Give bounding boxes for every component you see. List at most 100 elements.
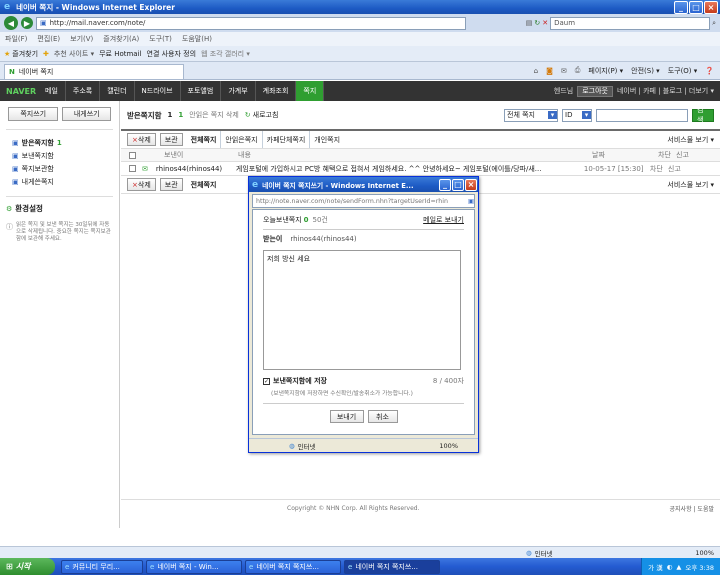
help-icon[interactable]: ❓ — [705, 67, 714, 75]
search-icon[interactable]: ⌕ — [712, 19, 716, 28]
popup-zoom-control[interactable]: 100% — [439, 442, 458, 450]
print-icon[interactable]: ⎙ — [575, 66, 581, 75]
sidebar-folder-1[interactable]: ▣ 보낸쪽지함 — [6, 149, 113, 162]
delete-button-bottom[interactable]: × 삭제 — [127, 178, 156, 191]
taskbar-item-3[interactable]: e 네이버 쪽지 쪽지쓰... — [344, 559, 440, 574]
row-content[interactable]: 게임포털에 가입하시고 PC방 혜택으로 접혀서 게임하세요. ^^ 안녕하세요… — [236, 164, 584, 174]
filter-personal[interactable]: 개인쪽지 — [314, 135, 340, 145]
search-field-select[interactable]: ID ▾ — [562, 108, 592, 122]
delete-unread-link[interactable]: 안읽은 쪽지 삭제 — [189, 110, 239, 120]
row-block[interactable]: 차단 — [650, 164, 668, 174]
menu-item-0[interactable]: 파일(F) — [5, 34, 27, 44]
sidebar-folder-3[interactable]: ▣ 내게쓴쪽지 — [6, 175, 113, 188]
delete-button[interactable]: × 삭제 — [127, 133, 156, 146]
naver-links[interactable]: 네이버 | 카페 | 블로그 | 더보기 ▾ — [617, 86, 714, 96]
back-icon[interactable]: ◀ — [4, 16, 18, 30]
select-all-checkbox[interactable] — [129, 151, 136, 159]
popup-minimize-button[interactable]: _ — [439, 178, 451, 191]
sidebar-folder-2[interactable]: ▣ 쪽지보관함 — [6, 162, 113, 175]
note-search-input[interactable] — [596, 108, 688, 122]
nav-item-7[interactable]: 쪽지 — [296, 81, 325, 101]
nav-item-1[interactable]: 주소록 — [66, 81, 101, 101]
popup-address-field[interactable]: http://note.naver.com/note/sendForm.nhn?… — [252, 194, 475, 208]
start-button[interactable]: ⊞ 시작 — [0, 558, 55, 575]
service-view-link[interactable]: 서비스물 보기 ▾ — [667, 135, 714, 145]
filter-unread[interactable]: 안읽은쪽지 — [225, 135, 257, 145]
sidebar-folder-0[interactable]: ▣ 받은쪽지함 1 — [6, 136, 113, 149]
recipient-field[interactable]: rhinos44(rhinos44) — [290, 235, 356, 243]
forward-icon[interactable]: ▶ — [21, 17, 33, 29]
filter-cafe[interactable]: 카페단체쪽지 — [267, 135, 306, 145]
settings-link[interactable]: ⚙ 환경설정 — [6, 196, 113, 214]
compat-icon[interactable]: ▤ — [526, 19, 533, 27]
add-favorites-icon[interactable]: ✚ — [43, 50, 49, 58]
nav-item-4[interactable]: 포토앨범 — [181, 81, 222, 101]
favorites-item-suggested[interactable]: 추천 사이트 ▾ — [54, 49, 94, 59]
ie-title-bar: e 네이버 쪽지 - Windows Internet Explorer _ □… — [0, 0, 720, 14]
tools-menu[interactable]: 도구(O) ▾ — [668, 66, 698, 76]
row-sender[interactable]: rhinos44(rhinos44) — [156, 165, 236, 173]
feeds-icon[interactable]: ◙ — [546, 67, 553, 75]
naver-logo[interactable]: NAVER — [0, 87, 38, 96]
page-menu[interactable]: 페이지(P) ▾ — [588, 66, 623, 76]
menu-item-5[interactable]: 도움말(H) — [182, 34, 212, 44]
message-textarea[interactable]: 저희 방신 세요 — [263, 250, 461, 370]
row-report[interactable]: 신고 — [668, 164, 681, 174]
keep-button[interactable]: 보관 — [159, 133, 183, 146]
favorites-item-customize[interactable]: 연결 사용자 정의 — [147, 49, 197, 59]
search-box[interactable]: Daum — [550, 16, 711, 30]
favorites-item-webslice[interactable]: 웹 조각 갤러리 ▾ — [201, 49, 250, 59]
nav-item-3[interactable]: N드라이브 — [135, 81, 181, 101]
zoom-control[interactable]: 100% — [695, 549, 714, 557]
tray-icon[interactable]: ▲ — [676, 563, 681, 571]
row-checkbox[interactable] — [129, 165, 136, 172]
menu-item-1[interactable]: 편집(E) — [37, 34, 60, 44]
save-option-row: ✓ 보낸쪽지함에 저장 8 / 400자 — [263, 377, 464, 385]
menu-item-4[interactable]: 도구(T) — [149, 34, 172, 44]
nav-item-2[interactable]: 캘린더 — [100, 81, 135, 101]
send-button[interactable]: 보내기 — [329, 410, 364, 423]
home-icon[interactable]: ⌂ — [534, 67, 538, 75]
search-scope-select[interactable]: 전체 쪽지 ▾ — [504, 108, 558, 122]
maximize-button[interactable]: □ — [689, 0, 703, 14]
cancel-button[interactable]: 취소 — [367, 410, 398, 423]
popup-maximize-button[interactable]: □ — [452, 178, 464, 191]
taskbar-item-1[interactable]: e 네이버 쪽지 - Win... — [146, 559, 242, 574]
address-field[interactable]: ▣ http://mail.naver.com/note/ — [36, 16, 466, 30]
tray-icon[interactable]: ◐ — [667, 563, 673, 571]
logout-button[interactable]: 로그아웃 — [577, 85, 613, 97]
write-to-me-button[interactable]: 내게쓰기 — [62, 107, 111, 121]
stop-icon[interactable]: ✕ — [542, 19, 548, 27]
browser-tab[interactable]: N 네이버 쪽지 — [4, 64, 184, 79]
filter-all-bottom[interactable]: 전체쪽지 — [191, 180, 217, 190]
menu-item-2[interactable]: 보기(V) — [70, 34, 93, 44]
nav-item-6[interactable]: 계좌조회 — [256, 81, 297, 101]
table-row[interactable]: ✉ rhinos44(rhinos44) 게임포털에 가입하시고 PC방 혜택으… — [121, 162, 720, 176]
close-button[interactable]: × — [704, 0, 718, 14]
safety-menu[interactable]: 안전(S) ▾ — [631, 66, 660, 76]
minimize-button[interactable]: _ — [674, 0, 688, 14]
send-by-mail-link[interactable]: 메일로 보내기 — [423, 215, 464, 225]
ime-indicator[interactable]: 가 漢 — [648, 562, 663, 572]
taskbar-item-2[interactable]: e 네이버 쪽지 쪽지쓰... — [245, 559, 341, 574]
keep-button-bottom[interactable]: 보관 — [159, 178, 183, 191]
ie-logo-icon: e — [4, 2, 11, 12]
popup-close-button[interactable]: × — [465, 178, 477, 191]
search-button[interactable]: 검색 — [692, 106, 714, 124]
service-view-link-bottom[interactable]: 서비스물 보기 ▾ — [667, 180, 714, 190]
nav-item-5[interactable]: 가계부 — [221, 81, 256, 101]
sidebar: 쪽지쓰기 내게쓰기 ▣ 받은쪽지함 1 ▣ 보낸쪽지함 ▣ 쪽지보관함 ▣ 내게쓴쪽지 ⚙ 환경… — [0, 101, 120, 528]
filter-all[interactable]: 전체쪽지 — [191, 135, 217, 145]
taskbar-item-0[interactable]: e 커뮤니티 무리... — [61, 559, 143, 574]
refresh-link[interactable]: 새로고침 — [253, 110, 279, 120]
mail-icon[interactable]: ✉ — [561, 67, 567, 75]
write-note-button[interactable]: 쪽지쓰기 — [8, 107, 59, 121]
footer-links[interactable]: 공지사항 | 도움말 — [670, 504, 714, 513]
favorites-button[interactable]: 즐겨찾기 — [12, 49, 38, 59]
nav-item-0[interactable]: 메일 — [38, 81, 66, 101]
refresh-icon[interactable]: ↻ — [534, 19, 540, 27]
favorites-item-hotmail[interactable]: 무료 Hotmail — [99, 49, 141, 59]
save-checkbox[interactable]: ✓ — [263, 377, 270, 385]
menu-item-3[interactable]: 즐겨찾기(A) — [103, 34, 139, 44]
star-icon: ★ — [4, 49, 11, 58]
